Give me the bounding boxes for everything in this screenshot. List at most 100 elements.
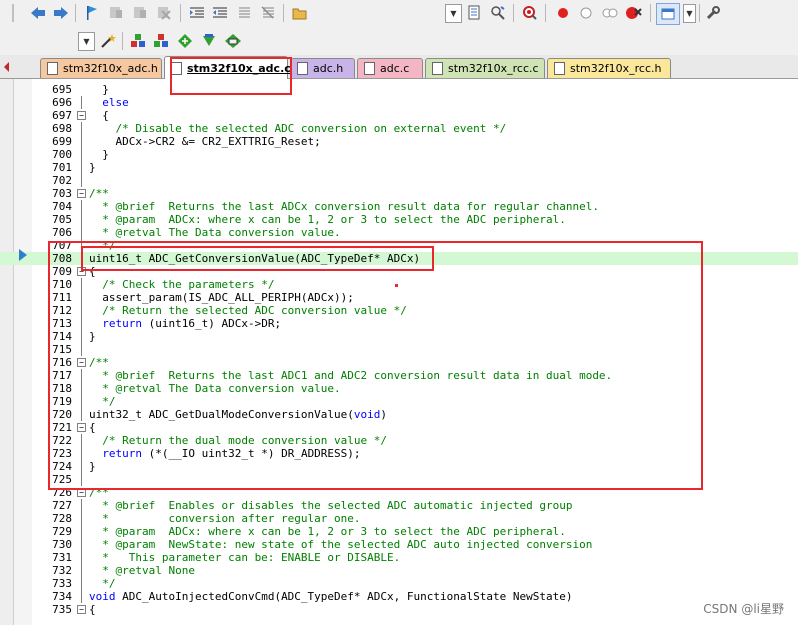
code-line[interactable]: 698 /* Disable the selected ADC conversi… [0,122,798,135]
code-text: } [89,148,109,161]
code-token: { [89,109,109,122]
code-line[interactable]: 705 * @param ADCx: where x can be 1, 2 o… [0,213,798,226]
disable-breakpoint-icon[interactable] [576,3,596,23]
back-icon[interactable] [28,3,48,23]
breakpoint-window-icon[interactable] [624,3,644,23]
breakpoint-icon[interactable] [553,3,573,23]
translate-icon[interactable] [151,31,171,51]
find-in-files-icon[interactable] [465,3,485,23]
code-text: /** [89,187,109,200]
line-number: 731 [52,551,72,564]
current-line-marker-icon [19,249,27,261]
code-line[interactable]: 700 } [0,148,798,161]
next-bookmark-icon[interactable] [130,3,150,23]
tab-stm32f10x-rcc-h[interactable]: stm32f10x_rcc.h [547,58,671,78]
code-line[interactable]: 704 * @brief Returns the last ADCx conve… [0,200,798,213]
clear-bookmarks-icon[interactable] [154,3,174,23]
toolbar-grip-icon [3,3,23,23]
code-keyword: void [89,590,116,603]
fold-guide [81,200,82,213]
target-dropdown[interactable]: ▼ [78,32,95,51]
find-combo-dropdown[interactable]: ▼ [445,4,462,23]
line-number: 727 [52,499,72,512]
uncomment-icon[interactable] [258,3,278,23]
watermark: CSDN @li星野 [703,602,784,616]
code-comment: */ [89,577,116,590]
code-line[interactable]: 706 * @retval The Data conversion value. [0,226,798,239]
view-window-icon[interactable] [656,3,680,25]
code-line[interactable]: 697− { [0,109,798,122]
tab-adc-h[interactable]: adc.h [290,58,355,78]
annotation-box-active-tab [170,57,292,95]
download-icon[interactable] [199,31,219,51]
fold-guide [81,122,82,135]
code-comment: * @brief Enables or disables the selecte… [89,499,573,512]
pack-installer-icon[interactable] [223,31,243,51]
code-line[interactable]: 703−/** [0,187,798,200]
code-line[interactable]: 728 * conversion after regular one. [0,512,798,525]
configure-icon[interactable] [703,3,723,23]
code-token: ADC_AutoInjectedConvCmd(ADC_TypeDef* ADC… [115,590,573,603]
kill-breakpoints-icon[interactable] [600,3,620,23]
annotation-box-functions [48,241,703,490]
code-comment: * @retval None [89,564,195,577]
code-line[interactable]: 729 * @param ADCx: where x can be 1, 2 o… [0,525,798,538]
find-replace-icon[interactable] [488,3,508,23]
code-line[interactable]: 695 } [0,83,798,96]
unindent-icon[interactable] [210,3,230,23]
file-icon [554,62,565,75]
fold-toggle-icon[interactable]: − [77,189,86,198]
prev-bookmark-icon[interactable] [106,3,126,23]
code-line[interactable]: 735−{ [0,603,798,616]
line-number: 700 [52,148,72,161]
bookmark-flag-icon[interactable] [82,3,102,23]
code-line[interactable]: 732 * @retval None [0,564,798,577]
tab-stm32f10x-rcc-c[interactable]: stm32f10x_rcc.c [425,58,545,78]
comment-icon[interactable] [234,3,254,23]
code-text: * @param NewState: new state of the sele… [89,538,592,551]
view-window-dropdown[interactable]: ▼ [683,4,696,23]
build-target-icon[interactable] [128,31,148,51]
code-line[interactable]: 699 ADCx->CR2 &= CR2_EXTTRIG_Reset; [0,135,798,148]
code-line[interactable]: 734 void ADC_AutoInjectedConvCmd(ADC_Type… [0,590,798,603]
code-line[interactable]: 696 else [0,96,798,109]
line-number: 695 [52,83,72,96]
fold-toggle-icon[interactable]: − [77,111,86,120]
tab-adc-c[interactable]: adc.c [357,58,423,78]
file-icon [364,62,375,75]
fold-guide [81,499,82,512]
code-text: } [89,83,109,96]
fold-guide [81,213,82,226]
fold-toggle-icon[interactable]: − [77,605,86,614]
fold-guide [81,135,82,148]
fold-guide [81,512,82,525]
rebuild-icon[interactable] [175,31,195,51]
tab-stm32f10x-adc-h[interactable]: stm32f10x_adc.h [40,58,162,78]
code-text: } [89,161,96,174]
code-token: } [89,148,109,161]
code-text: * @retval None [89,564,195,577]
code-line[interactable]: 730 * @param NewState: new state of the … [0,538,798,551]
forward-icon[interactable] [51,3,71,23]
line-number: 698 [52,122,72,135]
code-line[interactable]: 731 * This parameter can be: ENABLE or D… [0,551,798,564]
code-keyword: else [102,96,129,109]
main-toolbar: ▼ ▼ [0,0,798,28]
code-line[interactable]: 727 * @brief Enables or disables the sel… [0,499,798,512]
debug-start-icon[interactable] [520,3,540,23]
line-number: 696 [52,96,72,109]
file-icon [432,62,443,75]
indent-icon[interactable] [187,3,207,23]
tab-scroll-left-icon[interactable] [0,57,12,77]
code-line[interactable]: 701} [0,161,798,174]
magic-wand-icon[interactable] [98,31,118,51]
code-line[interactable]: 702 [0,174,798,187]
line-number: 730 [52,538,72,551]
code-comment: /** [89,187,109,200]
code-text: * @brief Enables or disables the selecte… [89,499,572,512]
open-file-icon[interactable] [290,3,310,23]
code-line[interactable]: 733 */ [0,577,798,590]
code-comment: * This parameter can be: ENABLE or DISAB… [89,551,401,564]
